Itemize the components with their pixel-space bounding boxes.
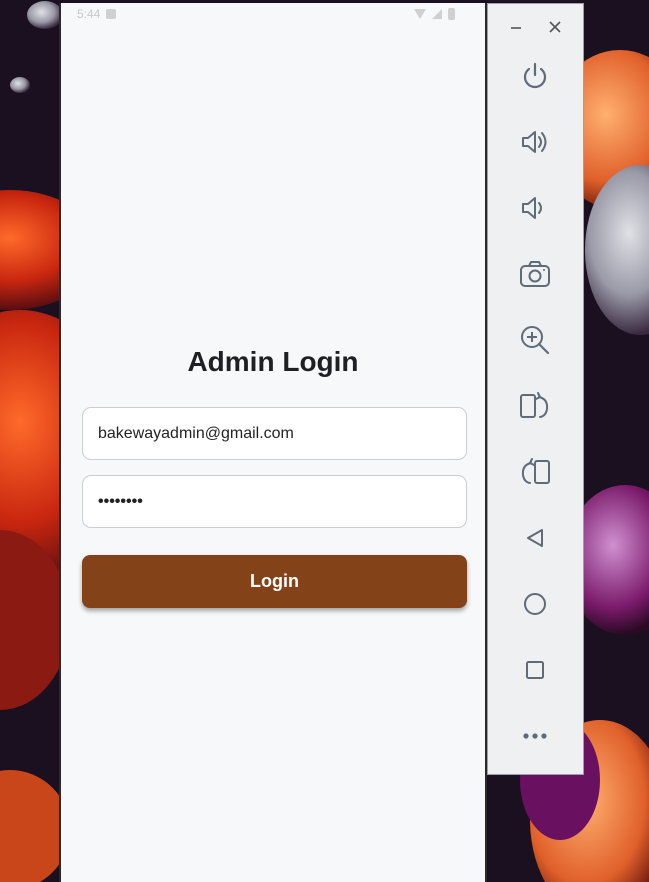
page-title: Admin Login xyxy=(187,346,359,377)
password-input[interactable] xyxy=(98,492,451,511)
zoom-button[interactable] xyxy=(516,321,554,359)
home-icon xyxy=(524,593,546,615)
overview-button[interactable] xyxy=(516,651,554,689)
phone-screen: 5:44 Admin Login Login xyxy=(59,3,487,882)
status-time: 5:44 xyxy=(77,7,101,21)
notification-icon xyxy=(106,9,117,19)
close-button[interactable] xyxy=(543,16,567,38)
password-field[interactable] xyxy=(82,475,467,528)
volume-up-button[interactable] xyxy=(516,123,554,161)
login-button[interactable]: Login xyxy=(82,555,467,608)
volume-down-button[interactable] xyxy=(516,189,554,227)
rotate-right-icon xyxy=(521,458,550,484)
volume-down-icon xyxy=(522,197,542,219)
back-icon xyxy=(527,529,543,547)
back-button[interactable] xyxy=(516,519,554,557)
status-bar: 5:44 xyxy=(61,3,485,25)
email-input[interactable] xyxy=(98,424,451,443)
power-icon xyxy=(523,62,547,89)
window-controls xyxy=(488,16,583,38)
minimize-icon xyxy=(511,27,521,29)
minimize-button[interactable] xyxy=(504,16,528,38)
close-icon xyxy=(549,21,561,33)
screenshot-button[interactable] xyxy=(516,255,554,293)
volume-up-icon xyxy=(522,131,547,153)
rotate-right-button[interactable] xyxy=(516,453,554,491)
overview-icon xyxy=(526,661,544,679)
signal-icon xyxy=(432,9,442,19)
battery-icon xyxy=(448,8,455,20)
more-icon xyxy=(523,733,547,739)
home-button[interactable] xyxy=(516,585,554,623)
email-field[interactable] xyxy=(82,407,467,460)
rotate-left-icon xyxy=(520,392,549,418)
rotate-left-button[interactable] xyxy=(516,387,554,425)
emulator-toolbar xyxy=(487,3,584,775)
wifi-icon xyxy=(414,9,426,19)
power-button[interactable] xyxy=(516,57,554,95)
zoom-in-icon xyxy=(521,326,550,355)
more-button[interactable] xyxy=(516,717,554,755)
camera-icon xyxy=(520,261,550,287)
